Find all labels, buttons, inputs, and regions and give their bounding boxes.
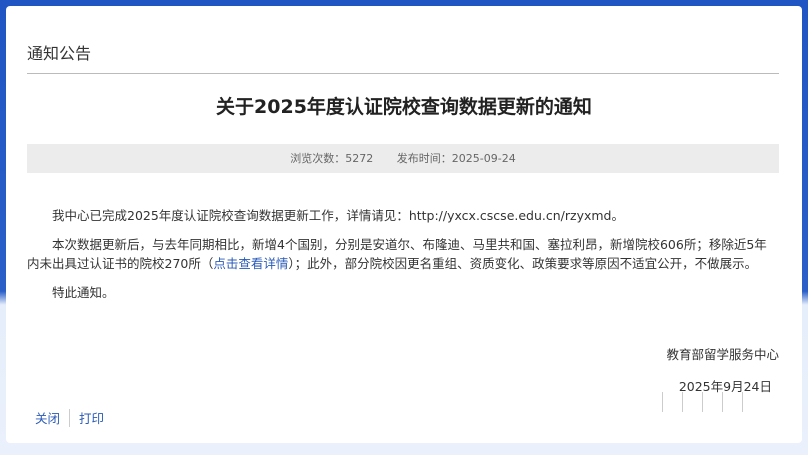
paragraph: 特此通知。 — [52, 285, 115, 300]
article-actions: 关闭 打印 — [35, 408, 104, 427]
print-button[interactable]: 打印 — [79, 408, 104, 427]
publish-time: 发布时间：2025-09-24 — [397, 152, 516, 165]
article-title: 关于2025年度认证院校查询数据更新的通知 — [216, 96, 592, 118]
signature: 教育部留学服务中心 — [666, 347, 779, 362]
view-count-label: 浏览次数： — [290, 152, 346, 165]
paragraph: 本次数据更新后，与去年同期相比，新增4个国别，分别是安道尔、布隆迪、马里共和国、… — [27, 235, 779, 273]
notice-card: 通知公告 关于2025年度认证院校查询数据更新的通知 浏览次数：5272 发布时… — [6, 6, 802, 443]
view-details-link[interactable]: 点击查看详情 — [213, 256, 288, 271]
view-count-value: 5272 — [345, 152, 374, 165]
article-body: 我中心已完成2025年度认证院校查询数据更新工作，详情请见：http://yxc… — [27, 206, 779, 312]
article-meta: 浏览次数：5272 发布时间：2025-09-24 — [27, 144, 779, 173]
section-title: 通知公告 — [27, 44, 92, 63]
decorative-lines — [662, 392, 762, 412]
paragraph-text: ）；此外，部分院校因更名重组、资质变化、政策要求等原因不适宜公开，不做展示。 — [288, 256, 758, 271]
publish-time-value: 2025-09-24 — [451, 152, 516, 165]
separator — [69, 408, 71, 427]
publish-time-label: 发布时间： — [396, 152, 452, 165]
divider — [27, 73, 779, 74]
view-count: 浏览次数：5272 — [290, 152, 373, 165]
close-button[interactable]: 关闭 — [35, 408, 60, 427]
paragraph: 我中心已完成2025年度认证院校查询数据更新工作，详情请见：http://yxc… — [52, 208, 624, 223]
